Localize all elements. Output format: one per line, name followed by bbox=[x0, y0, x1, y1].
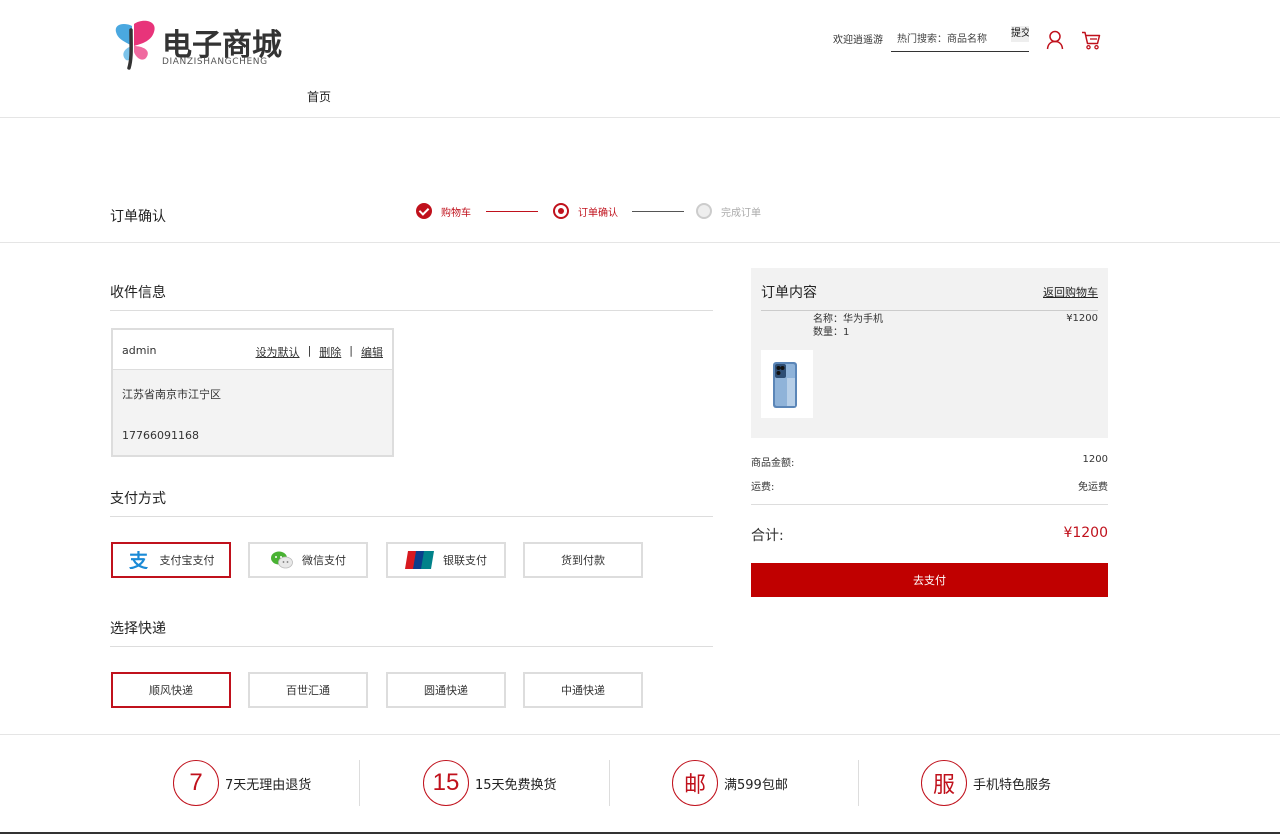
step-cart: 购物车 bbox=[416, 203, 471, 219]
set-default-link[interactable]: 设为默认 bbox=[256, 344, 300, 360]
user-icon[interactable] bbox=[1046, 30, 1064, 50]
subtotal-label: 商品金额: bbox=[751, 458, 795, 469]
total-label: 合计: bbox=[751, 528, 784, 544]
subtotal-value: 1200 bbox=[1082, 454, 1108, 465]
step-label: 购物车 bbox=[441, 207, 471, 219]
service-text: 15天免费换货 bbox=[475, 777, 557, 793]
delete-link[interactable]: 删除 bbox=[319, 344, 341, 360]
section-divider bbox=[110, 310, 713, 311]
check-circle-icon bbox=[416, 203, 432, 219]
alipay-icon: 支 bbox=[128, 551, 152, 569]
order-summary-box: 订单内容 返回购物车 名称：华为手机 数量：1 ¥1200 bbox=[751, 268, 1108, 438]
address-card-header: admin 设为默认 | 删除 | 编辑 bbox=[113, 330, 392, 370]
step-label: 完成订单 bbox=[721, 207, 761, 219]
service-separator bbox=[609, 760, 610, 806]
shipping-fee-label: 运费: bbox=[751, 482, 775, 493]
service-free-shipping: 邮 满599包邮 bbox=[672, 760, 788, 806]
search-box: 提交 bbox=[891, 26, 1029, 52]
product-image[interactable] bbox=[761, 350, 813, 418]
cart-icon[interactable] bbox=[1081, 31, 1101, 50]
address-card[interactable]: admin 设为默认 | 删除 | 编辑 江苏省南京市江宁区 177660911… bbox=[111, 328, 394, 457]
delivery-title: 选择快递 bbox=[110, 621, 166, 637]
product-price: ¥1200 bbox=[1066, 313, 1098, 324]
phone-image-icon bbox=[773, 362, 797, 408]
wechat-icon bbox=[270, 551, 294, 569]
product-info: 名称：华为手机 数量：1 bbox=[813, 313, 883, 339]
footer-divider bbox=[0, 734, 1280, 735]
courier-label: 中通快递 bbox=[561, 684, 605, 697]
site-logo[interactable]: 电子商城 DIANZISHANGCHENG bbox=[112, 18, 282, 70]
separator: | bbox=[349, 344, 353, 357]
pay-option-label: 支付宝支付 bbox=[159, 554, 215, 567]
radio-dot-icon bbox=[553, 203, 569, 219]
product-name: 名称：华为手机 bbox=[813, 314, 883, 325]
courier-option-best[interactable]: 百世汇通 bbox=[248, 672, 368, 708]
recipient-name: admin bbox=[122, 344, 157, 357]
step-connector bbox=[632, 211, 684, 212]
phone-text: 17766091168 bbox=[122, 429, 199, 442]
courier-label: 圆通快递 bbox=[424, 684, 468, 697]
service-text: 手机特色服务 bbox=[973, 777, 1052, 793]
step-order-confirm: 订单确认 bbox=[553, 203, 618, 219]
courier-label: 百世汇通 bbox=[286, 684, 330, 697]
page-title: 订单确认 bbox=[110, 209, 166, 225]
edit-link[interactable]: 编辑 bbox=[361, 344, 383, 360]
service-text: 满599包邮 bbox=[724, 777, 788, 793]
service-badge-icon: 服 bbox=[921, 760, 967, 806]
order-title: 订单内容 bbox=[761, 285, 817, 301]
service-text: 7天无理由退货 bbox=[225, 777, 312, 793]
address-text: 江苏省南京市江宁区 bbox=[122, 388, 221, 401]
summary-divider bbox=[751, 504, 1108, 505]
courier-option-zto[interactable]: 中通快递 bbox=[523, 672, 643, 708]
product-quantity: 数量：1 bbox=[813, 327, 850, 338]
badge-7-icon: 7 bbox=[173, 760, 219, 806]
pay-option-wechat[interactable]: 微信支付 bbox=[248, 542, 368, 578]
service-exchange: 15 15天免费换货 bbox=[423, 760, 557, 806]
service-separator bbox=[858, 760, 859, 806]
service-special: 服 手机特色服务 bbox=[921, 760, 1051, 806]
butterfly-logo-icon bbox=[115, 20, 155, 70]
pay-option-alipay[interactable]: 支 支付宝支付 bbox=[111, 542, 231, 578]
section-divider bbox=[110, 646, 713, 647]
courier-option-yto[interactable]: 圆通快递 bbox=[386, 672, 506, 708]
step-connector bbox=[486, 211, 538, 212]
service-separator bbox=[359, 760, 360, 806]
shipping-info-title: 收件信息 bbox=[110, 285, 166, 301]
nav-home-link[interactable]: 首页 bbox=[307, 88, 331, 105]
total-value: ¥1200 bbox=[1063, 525, 1108, 541]
header-divider bbox=[0, 117, 1280, 118]
courier-option-sf[interactable]: 顺风快递 bbox=[111, 672, 231, 708]
shipping-fee-row: 运费: 免运费 bbox=[751, 478, 1108, 493]
mail-badge-icon: 邮 bbox=[672, 760, 718, 806]
payment-title: 支付方式 bbox=[110, 491, 166, 507]
address-actions: 设为默认 | 删除 | 编辑 bbox=[256, 344, 383, 360]
go-pay-button[interactable]: 去支付 bbox=[751, 563, 1108, 597]
welcome-text: 欢迎逍遥游 bbox=[833, 35, 883, 46]
separator: | bbox=[307, 344, 312, 357]
pay-option-cod[interactable]: 货到付款 bbox=[523, 542, 643, 578]
subtotal-row: 商品金额: 1200 bbox=[751, 454, 1108, 469]
header-utilities: 欢迎逍遥游 提交 bbox=[833, 26, 1029, 52]
badge-15-icon: 15 bbox=[423, 760, 469, 806]
svg-text:支: 支 bbox=[128, 551, 149, 569]
steps-divider bbox=[0, 242, 1280, 243]
search-input[interactable] bbox=[891, 28, 1011, 50]
step-complete: 完成订单 bbox=[696, 203, 761, 219]
shipping-fee-value: 免运费 bbox=[1078, 482, 1108, 493]
back-to-cart-link[interactable]: 返回购物车 bbox=[1043, 284, 1098, 300]
pay-option-unionpay[interactable]: 银联支付 bbox=[386, 542, 506, 578]
order-divider bbox=[761, 310, 1098, 311]
empty-circle-icon bbox=[696, 203, 712, 219]
courier-label: 顺风快递 bbox=[149, 684, 193, 697]
total-row: 合计: ¥1200 bbox=[751, 525, 1108, 545]
step-label: 订单确认 bbox=[578, 207, 618, 219]
logo-subtitle: DIANZISHANGCHENG bbox=[162, 57, 268, 67]
section-divider bbox=[110, 516, 713, 517]
search-submit-button[interactable]: 提交 bbox=[1011, 26, 1029, 42]
service-return: 7 7天无理由退货 bbox=[173, 760, 311, 806]
pay-option-label: 微信支付 bbox=[302, 554, 346, 567]
pay-option-label: 货到付款 bbox=[561, 554, 605, 567]
unionpay-icon bbox=[405, 551, 435, 569]
pay-option-label: 银联支付 bbox=[443, 554, 487, 567]
